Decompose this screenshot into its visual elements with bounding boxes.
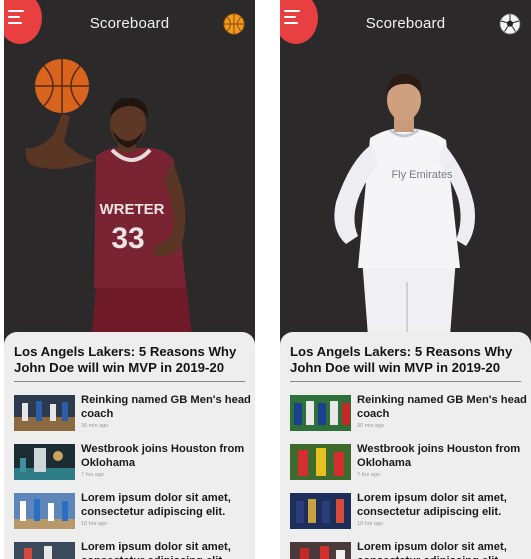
- news-thumbnail: [290, 493, 351, 529]
- news-item[interactable]: Lorem ipsum dolor sit amet, consectetur …: [14, 541, 250, 559]
- divider: [290, 381, 521, 382]
- news-item[interactable]: Westbrook joins Houston from Oklohama 7 …: [14, 443, 250, 486]
- news-time: 7 hrs ago: [357, 472, 380, 478]
- news-title: Lorem ipsum dolor sit amet, consectetur …: [81, 492, 231, 518]
- soccer-ball-icon[interactable]: [499, 13, 521, 35]
- basketball-icon[interactable]: [223, 13, 245, 35]
- jersey-text: WRETER: [100, 201, 165, 218]
- jersey-number: 33: [111, 222, 144, 255]
- news-title: Reinking named GB Men's head coach: [81, 394, 251, 420]
- news-time: 30 min ago: [357, 423, 385, 429]
- app-title: Scoreboard: [89, 15, 170, 32]
- news-item[interactable]: Reinking named GB Men's head coach 30 mi…: [14, 394, 251, 437]
- news-thumbnail: [14, 493, 75, 529]
- news-time: 30 min ago: [81, 423, 109, 429]
- featured-headline[interactable]: Los Angels Lakers: 5 Reasons Why John Do…: [14, 344, 248, 376]
- app-screen-soccer: Scoreboard Fly Emirates Los Angels Laker…: [280, 0, 531, 559]
- news-item[interactable]: Lorem ipsum dolor sit amet, consectetur …: [290, 541, 526, 559]
- news-time: 7 hrs ago: [81, 472, 104, 478]
- news-thumbnail: [14, 542, 75, 559]
- news-time: 10 hrs ago: [81, 521, 107, 527]
- news-thumbnail: [14, 444, 75, 480]
- app-screen-basketball: Scoreboard WRETER 33 Los Angels Lakers: …: [4, 0, 255, 559]
- player-hero-image: Fly Emirates: [334, 73, 475, 336]
- news-title: Lorem ipsum dolor sit amet, consectetur …: [357, 492, 507, 518]
- news-thumbnail: [14, 395, 75, 431]
- player-hero-image: WRETER 33: [25, 59, 192, 336]
- news-time: 10 hrs ago: [357, 521, 383, 527]
- news-title: Lorem ipsum dolor sit amet, consectetur …: [357, 541, 507, 559]
- news-card: Los Angels Lakers: 5 Reasons Why John Do…: [280, 332, 531, 559]
- news-title: Westbrook joins Houston from Oklohama: [357, 443, 521, 469]
- news-title: Reinking named GB Men's head coach: [357, 394, 527, 420]
- news-thumbnail: [290, 542, 351, 559]
- news-thumbnail: [290, 395, 351, 431]
- jersey-sponsor-text: Fly Emirates: [391, 169, 453, 181]
- news-thumbnail: [290, 444, 351, 480]
- divider: [14, 381, 245, 382]
- news-item[interactable]: Reinking named GB Men's head coach 30 mi…: [290, 394, 527, 437]
- news-item[interactable]: Lorem ipsum dolor sit amet, consectetur …: [290, 492, 526, 535]
- news-card: Los Angels Lakers: 5 Reasons Why John Do…: [4, 332, 255, 559]
- news-item[interactable]: Westbrook joins Houston from Oklohama 7 …: [290, 443, 526, 486]
- news-item[interactable]: Lorem ipsum dolor sit amet, consectetur …: [14, 492, 250, 535]
- featured-headline[interactable]: Los Angels Lakers: 5 Reasons Why John Do…: [290, 344, 524, 376]
- app-title: Scoreboard: [365, 15, 446, 32]
- news-title: Lorem ipsum dolor sit amet, consectetur …: [81, 541, 231, 559]
- news-title: Westbrook joins Houston from Oklohama: [81, 443, 245, 469]
